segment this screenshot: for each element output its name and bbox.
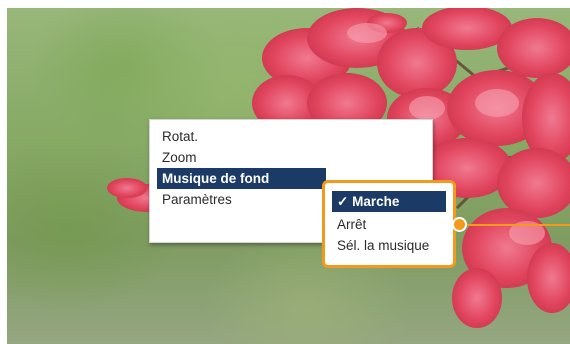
background-music-submenu: ✓ Marche Arrêt Sél. la musique <box>322 180 456 268</box>
menu-item-label: Zoom <box>162 150 197 165</box>
submenu-item-select-music[interactable]: Sél. la musique <box>332 235 429 256</box>
submenu-item-label: Marche <box>352 194 400 209</box>
menu-item-rotate[interactable]: Rotat. <box>157 126 198 147</box>
menu-item-label: Musique de fond <box>162 171 270 186</box>
submenu-item-label: Arrêt <box>337 217 367 232</box>
menu-item-zoom[interactable]: Zoom <box>157 147 197 168</box>
submenu-item-on[interactable]: ✓ Marche <box>332 191 446 212</box>
callout-dot <box>452 217 467 232</box>
menu-item-label: Paramètres <box>162 192 232 207</box>
menu-item-label: Rotat. <box>162 129 199 144</box>
menu-item-settings[interactable]: Paramètres <box>157 189 232 210</box>
menu-item-background-music[interactable]: Musique de fond <box>157 168 326 189</box>
submenu-item-label: Sél. la musique <box>337 238 430 253</box>
callout-line <box>461 224 570 226</box>
checkmark-icon: ✓ <box>337 194 349 209</box>
submenu-item-off[interactable]: Arrêt <box>332 214 366 235</box>
